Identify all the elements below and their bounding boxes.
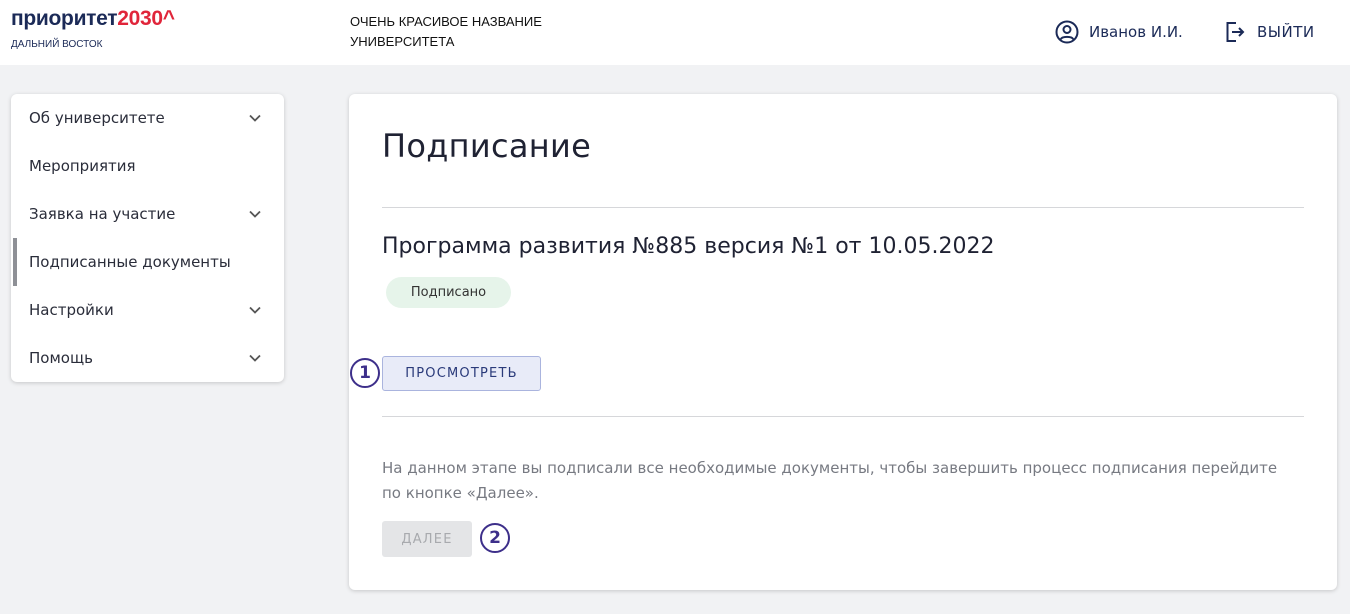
step-marker-2: 2 bbox=[480, 523, 510, 553]
sidebar-item-help[interactable]: Помощь bbox=[11, 334, 284, 382]
logo[interactable]: приоритет2030^ ДАЛЬНИЙ ВОСТОК bbox=[11, 6, 175, 50]
info-text: На данном этапе вы подписали все необход… bbox=[382, 459, 1278, 502]
sidebar-item-label: Помощь bbox=[29, 349, 93, 367]
view-document-button[interactable]: ПРОСМОТРЕТЬ bbox=[382, 356, 541, 391]
university-name: ОЧЕНЬ КРАСИВОЕ НАЗВАНИЕ УНИВЕРСИТЕТА bbox=[350, 14, 542, 49]
sidebar-item-about[interactable]: Об университете bbox=[11, 94, 284, 142]
logout-button[interactable]: ВЫЙТИ bbox=[1225, 19, 1315, 45]
status-badge: Подписано bbox=[386, 277, 511, 308]
divider bbox=[382, 207, 1304, 208]
user-icon bbox=[1055, 20, 1079, 44]
sidebar-item-settings[interactable]: Настройки bbox=[11, 286, 284, 334]
sidebar-item-signed-documents[interactable]: Подписанные документы bbox=[11, 238, 284, 286]
sidebar-item-label: Об университете bbox=[29, 109, 165, 127]
sidebar-item-events[interactable]: Мероприятия bbox=[11, 142, 284, 190]
sidebar-item-label: Подписанные документы bbox=[29, 253, 231, 271]
user-profile-link[interactable]: Иванов И.И. bbox=[1055, 19, 1183, 45]
next-button[interactable]: ДАЛЕЕ bbox=[382, 521, 472, 557]
document-title: Программа развития №885 версия №1 от 10.… bbox=[382, 234, 995, 259]
signing-card: Подписание Программа развития №885 верси… bbox=[349, 94, 1337, 590]
sidebar-item-label: Настройки bbox=[29, 301, 114, 319]
chevron-down-icon bbox=[249, 306, 261, 314]
chevron-down-icon bbox=[249, 354, 261, 362]
header: приоритет2030^ ДАЛЬНИЙ ВОСТОК ОЧЕНЬ КРАС… bbox=[0, 0, 1350, 65]
chevron-down-icon bbox=[249, 210, 261, 218]
step-marker-1: 1 bbox=[350, 358, 380, 388]
logo-subtitle: ДАЛЬНИЙ ВОСТОК bbox=[11, 39, 103, 50]
user-name: Иванов И.И. bbox=[1089, 23, 1183, 41]
sidebar-item-label: Мероприятия bbox=[29, 157, 136, 175]
sidebar-menu: Об университете Мероприятия Заявка на уч… bbox=[11, 94, 284, 382]
sidebar-item-application[interactable]: Заявка на участие bbox=[11, 190, 284, 238]
logout-icon bbox=[1226, 22, 1245, 42]
divider bbox=[382, 416, 1304, 417]
logout-label: ВЫЙТИ bbox=[1257, 23, 1315, 41]
logo-text: приоритет2030^ bbox=[11, 7, 175, 30]
sidebar-item-label: Заявка на участие bbox=[29, 205, 176, 223]
chevron-down-icon bbox=[249, 114, 261, 122]
page-title: Подписание bbox=[382, 127, 592, 165]
